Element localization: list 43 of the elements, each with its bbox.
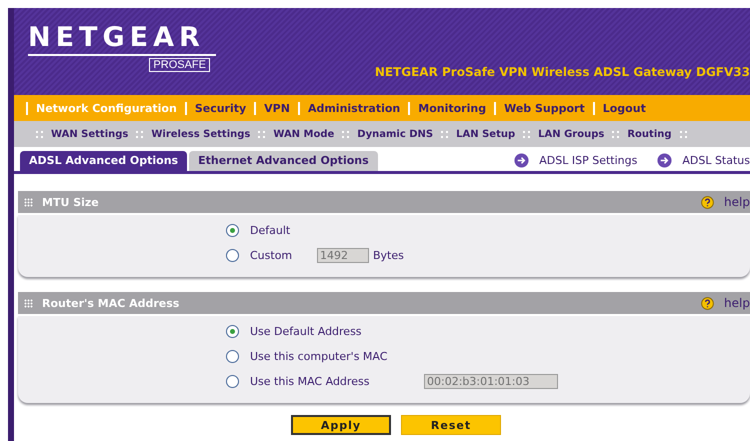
radio-button[interactable]: [226, 350, 239, 363]
submenu-item[interactable]: Wireless Settings: [151, 128, 250, 140]
arrow-circle-icon: [657, 152, 672, 168]
logo-subtitle: PROSAFE: [149, 58, 210, 72]
product-title: NETGEAR ProSafe VPN Wireless ADSL Gateway DGFV33: [374, 65, 750, 79]
grip-icon: [24, 298, 33, 308]
option-label: Default: [250, 224, 292, 237]
menu-item[interactable]: Administration: [308, 102, 400, 114]
menu-item[interactable]: Web Support: [504, 102, 585, 114]
nav-link[interactable]: ADSL ISP Settings: [539, 154, 638, 166]
submenu-item[interactable]: WAN Settings: [51, 128, 128, 140]
menu-item[interactable]: VPN: [264, 102, 290, 114]
option-label: Use this computer's MAC: [250, 350, 388, 363]
tab[interactable]: Ethernet Advanced Options: [189, 151, 378, 171]
radio-button[interactable]: [226, 375, 239, 388]
help-link[interactable]: help: [724, 195, 750, 209]
radio-button[interactable]: [226, 325, 239, 338]
submenu-item[interactable]: LAN Setup: [456, 128, 516, 140]
menu-item[interactable]: Security: [194, 102, 246, 114]
option-label: Use Default Address: [250, 325, 363, 338]
help-icon: [701, 196, 714, 208]
menu-item[interactable]: Monitoring: [418, 102, 486, 114]
form-button[interactable]: Apply: [291, 415, 391, 435]
logo-text: NETGEAR: [28, 22, 216, 56]
grip-icon: [24, 198, 33, 206]
submenu-item[interactable]: LAN Groups: [538, 128, 604, 140]
form-button[interactable]: Reset: [401, 415, 501, 435]
option-label: Custom: [250, 249, 294, 262]
option-label: Use this MAC Address: [250, 375, 370, 388]
submenu-item[interactable]: Routing: [627, 128, 672, 140]
help-icon: [701, 296, 714, 310]
nav-link[interactable]: ADSL Status: [682, 154, 750, 166]
section-title: MTU Size: [42, 196, 99, 208]
menu-item[interactable]: Logout: [602, 102, 646, 114]
arrow-circle-icon: [514, 152, 530, 168]
unit-label: Bytes: [373, 249, 404, 262]
submenu-item[interactable]: Dynamic DNS: [357, 128, 434, 140]
tab[interactable]: ADSL Advanced Options: [20, 151, 188, 171]
radio-button[interactable]: [226, 224, 239, 237]
help-link[interactable]: help: [724, 296, 750, 310]
submenu-item[interactable]: WAN Mode: [273, 128, 334, 140]
radio-button[interactable]: [226, 249, 239, 262]
section-title: Router's MAC Address: [42, 296, 180, 310]
